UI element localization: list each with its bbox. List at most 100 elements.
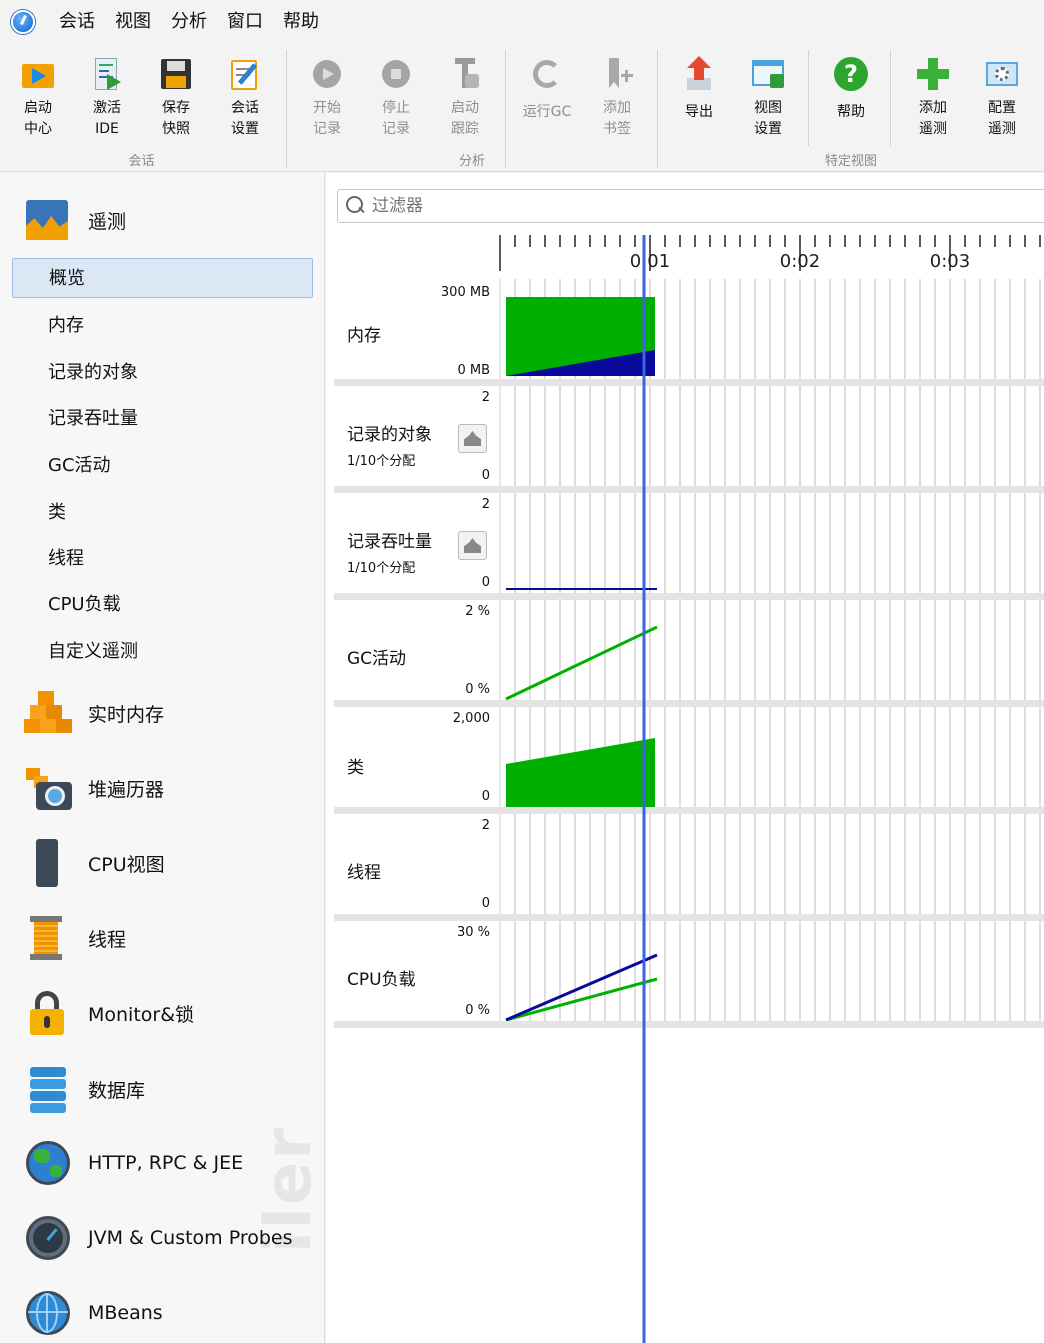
app-logo-icon bbox=[11, 10, 35, 34]
sidebar-item-recorded-throughput[interactable]: 记录吞吐量 bbox=[12, 399, 313, 439]
configure-telemetry-button[interactable]: 配置 遥测 bbox=[970, 52, 1034, 148]
classes-area bbox=[506, 738, 655, 807]
time-ruler[interactable]: 0:01 0:02 0:03 bbox=[334, 235, 1044, 279]
start-recording-button[interactable]: 开始 记录 bbox=[295, 52, 359, 148]
telemetry-overview: 0:01 0:02 0:03 300 MB 内存 0 MB 2 记录的对象 1/10… bbox=[334, 235, 1044, 1343]
run-gc-icon bbox=[529, 56, 565, 92]
menu-view[interactable]: 视图 bbox=[105, 0, 161, 44]
view-settings-icon bbox=[750, 56, 786, 92]
recorded-objects-graph[interactable] bbox=[334, 386, 1044, 486]
run-gc-button[interactable]: 运行GC bbox=[514, 52, 580, 148]
memory-graph[interactable] bbox=[334, 279, 1044, 379]
sidebar-item-classes[interactable]: 类 bbox=[12, 493, 313, 533]
row-threads: 2 线程 0 bbox=[334, 814, 1044, 921]
sidebar-item-gc-activity[interactable]: GC活动 bbox=[12, 446, 313, 486]
menu-session[interactable]: 会话 bbox=[49, 0, 105, 44]
sidebar-section-databases[interactable]: 数据库 bbox=[0, 1059, 324, 1119]
row-separator bbox=[334, 379, 1044, 386]
activate-ide-button[interactable]: 激活 IDE bbox=[75, 52, 139, 148]
sidebar-section-http-rpc-jee[interactable]: HTTP, RPC & JEE bbox=[0, 1133, 324, 1193]
group-view-specific-label: 特定视图 bbox=[824, 154, 877, 169]
toolbar-divider bbox=[890, 50, 891, 146]
live-memory-icon bbox=[24, 689, 72, 737]
threads-graph[interactable] bbox=[334, 814, 1044, 914]
grid-lines bbox=[499, 814, 1041, 914]
start-recording-icon bbox=[309, 56, 345, 92]
sidebar-item-recorded-objects[interactable]: 记录的对象 bbox=[12, 353, 313, 393]
row-separator bbox=[334, 1021, 1044, 1028]
sidebar-section-monitors-locks[interactable]: Monitor&锁 bbox=[0, 983, 324, 1043]
view-settings-button[interactable]: 视图 设置 bbox=[736, 52, 800, 148]
sidebar-section-heap-walker[interactable]: 堆遍历器 bbox=[0, 758, 324, 818]
recorded-throughput-graph[interactable] bbox=[334, 493, 1044, 593]
toolbar-divider bbox=[657, 50, 658, 168]
sidebar-section-mbeans[interactable]: MBeans bbox=[0, 1283, 324, 1343]
help-icon: ? bbox=[833, 56, 869, 92]
filter-input[interactable] bbox=[372, 196, 972, 216]
add-bookmark-button[interactable]: 添加 书签 bbox=[585, 52, 649, 148]
stop-recording-icon bbox=[378, 56, 414, 92]
toolbar: 启动 中心 激活 IDE 保存 快照 会话 设置 会话 开始 记录 停止 记录 … bbox=[0, 44, 1044, 172]
threads-icon bbox=[24, 914, 72, 962]
main-panel: 0:01 0:02 0:03 300 MB 内存 0 MB 2 记录的对象 1/10… bbox=[326, 173, 1044, 1343]
sidebar-section-cpu-views[interactable]: CPU视图 bbox=[0, 833, 324, 893]
sidebar-section-telemetry[interactable]: 遥测 bbox=[0, 190, 324, 250]
start-center-icon bbox=[20, 56, 56, 92]
menu-analyze[interactable]: 分析 bbox=[161, 0, 217, 44]
save-snapshot-button[interactable]: 保存 快照 bbox=[144, 52, 208, 148]
add-telemetry-icon bbox=[915, 56, 951, 92]
ruler-tick-label: 0:03 bbox=[930, 251, 970, 272]
activate-ide-icon bbox=[89, 56, 125, 92]
session-settings-button[interactable]: 会话 设置 bbox=[213, 52, 277, 148]
grid-lines bbox=[499, 921, 1041, 1021]
row-recorded-objects: 2 记录的对象 1/10个分配 0 bbox=[334, 386, 1044, 493]
gauge-icon bbox=[24, 1214, 72, 1262]
session-settings-icon bbox=[227, 56, 263, 92]
row-separator bbox=[334, 807, 1044, 814]
cpu-load-graph[interactable] bbox=[334, 921, 1044, 1021]
sidebar: iler 遥测 概览 内存 记录的对象 记录吞吐量 GC活动 类 线程 CPU负… bbox=[0, 173, 325, 1343]
cpu-views-icon bbox=[24, 839, 72, 887]
lock-icon bbox=[24, 989, 72, 1037]
gc-activity-line bbox=[505, 625, 658, 700]
group-session-label: 会话 bbox=[128, 154, 155, 169]
row-gc-activity: 2 % GC活动 0 % bbox=[334, 600, 1044, 707]
toolbar-divider bbox=[286, 50, 287, 168]
mbeans-globe-icon bbox=[24, 1289, 72, 1337]
row-classes: 2,000 类 0 bbox=[334, 707, 1044, 814]
add-telemetry-button[interactable]: 添加 遥测 bbox=[901, 52, 965, 148]
row-separator bbox=[334, 593, 1044, 600]
sidebar-section-threads[interactable]: 线程 bbox=[0, 908, 324, 968]
grid-lines bbox=[499, 600, 1041, 700]
search-icon[interactable] bbox=[346, 196, 368, 216]
ruler-tick-label: 0:01 bbox=[630, 251, 670, 272]
sidebar-item-memory[interactable]: 内存 bbox=[12, 306, 313, 346]
row-recorded-throughput: 2 记录吞吐量 1/10个分配 0 bbox=[334, 493, 1044, 600]
start-tracking-button[interactable]: 启动 跟踪 bbox=[433, 52, 497, 148]
menu-window[interactable]: 窗口 bbox=[217, 0, 273, 44]
stop-recording-button[interactable]: 停止 记录 bbox=[364, 52, 428, 148]
menu-help[interactable]: 帮助 bbox=[273, 0, 329, 44]
cpu-load-process-line bbox=[505, 977, 658, 1021]
gc-activity-graph[interactable] bbox=[334, 600, 1044, 700]
classes-graph[interactable] bbox=[334, 707, 1044, 807]
sidebar-section-live-memory[interactable]: 实时内存 bbox=[0, 683, 324, 743]
sidebar-item-threads[interactable]: 线程 bbox=[12, 539, 313, 579]
telemetry-icon bbox=[24, 196, 72, 244]
sidebar-item-overview[interactable]: 概览 bbox=[12, 258, 313, 298]
export-button[interactable]: 导出 bbox=[667, 52, 731, 148]
sidebar-item-cpu-load[interactable]: CPU负载 bbox=[12, 585, 313, 625]
help-button[interactable]: ? 帮助 bbox=[819, 52, 883, 148]
configure-telemetry-icon bbox=[984, 56, 1020, 92]
sidebar-item-custom-telemetry[interactable]: 自定义遥测 bbox=[12, 632, 313, 672]
cpu-load-system-line bbox=[505, 953, 658, 1021]
group-analyze-label: 分析 bbox=[458, 154, 485, 169]
sidebar-section-jvm-custom-probes[interactable]: JVM & Custom Probes bbox=[0, 1208, 324, 1268]
filter-box[interactable] bbox=[337, 189, 1044, 223]
start-tracking-icon bbox=[447, 56, 483, 92]
toolbar-divider bbox=[808, 50, 809, 146]
start-center-button[interactable]: 启动 中心 bbox=[6, 52, 70, 148]
ruler-tick-label: 0:02 bbox=[780, 251, 820, 272]
app-window: 会话 视图 分析 窗口 帮助 启动 中心 激活 IDE 保存 快照 会话 设置 … bbox=[0, 0, 1044, 1343]
save-snapshot-icon bbox=[158, 56, 194, 92]
